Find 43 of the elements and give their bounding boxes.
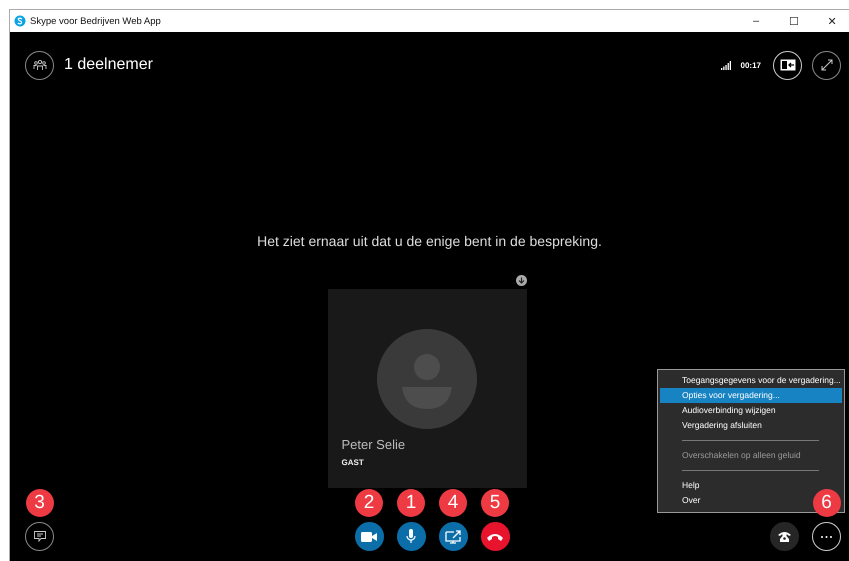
menu-item[interactable]: Opties voor vergadering...	[660, 388, 842, 403]
share-screen-icon	[445, 530, 461, 544]
layout-button[interactable]	[773, 50, 802, 80]
video-camera-icon	[361, 532, 377, 542]
call-timer: 00:17	[740, 60, 761, 70]
signal-icon	[720, 60, 731, 70]
number-badge: 1	[397, 489, 425, 517]
phone-icon	[778, 531, 791, 542]
hang-up-button[interactable]	[480, 522, 510, 551]
window-title: Skype voor Bedrijven Web App	[30, 16, 162, 26]
avatar-icon	[377, 329, 477, 429]
microphone-icon	[406, 529, 416, 544]
number-badge: 2	[355, 489, 383, 517]
participant-name: Peter Selie	[342, 437, 406, 452]
chat-button[interactable]	[25, 522, 54, 551]
participant-count: 1 deelnemer	[64, 56, 154, 74]
alone-message: Het ziet ernaar uit dat u de enige bent in de bespreking.	[256, 233, 603, 249]
more-button[interactable]	[812, 522, 841, 551]
fullscreen-button[interactable]	[812, 50, 841, 80]
expand-icon	[820, 59, 832, 71]
hang-up-icon	[487, 532, 503, 540]
number-badge: 3	[26, 489, 54, 517]
number-badge: 5	[481, 489, 509, 517]
download-icon	[516, 275, 526, 286]
people-icon	[32, 59, 46, 71]
menu-item[interactable]: Vergadering afsluiten	[660, 418, 762, 433]
close-button[interactable]: ✕	[815, 10, 849, 32]
video-button[interactable]	[354, 522, 384, 551]
maximize-button[interactable]: ☐	[777, 10, 811, 32]
menu-item[interactable]: Over	[660, 493, 700, 508]
minimize-button[interactable]: –	[739, 10, 773, 32]
menu-item[interactable]: Toegangsgegevens voor de vergadering...	[660, 373, 841, 388]
participant-role: GAST	[342, 458, 364, 467]
participants-button[interactable]	[25, 50, 54, 80]
phone-button[interactable]	[770, 522, 799, 551]
chat-icon	[34, 531, 46, 542]
menu-item[interactable]: Help	[660, 478, 700, 493]
contact-card-icon	[780, 59, 796, 71]
microphone-button[interactable]	[396, 522, 426, 551]
number-badge: 4	[439, 489, 467, 517]
share-button[interactable]	[438, 522, 468, 551]
menu-item[interactable]: Audioverbinding wijzigen	[660, 403, 776, 418]
skype-logo-icon	[14, 15, 26, 27]
